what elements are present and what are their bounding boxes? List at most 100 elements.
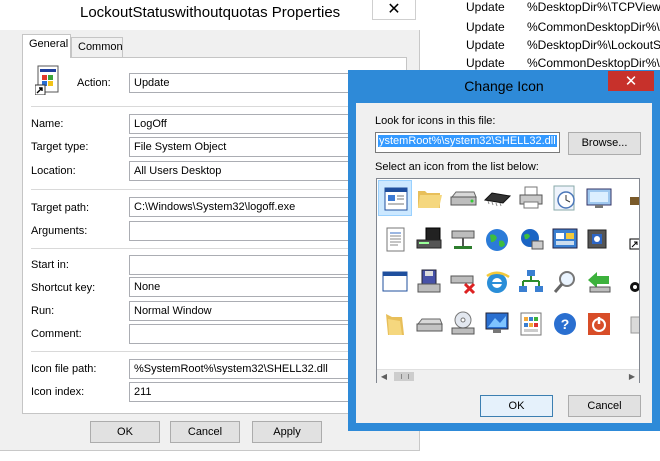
icon-list[interactable]: ? (376, 178, 640, 383)
ok-button[interactable]: OK (90, 421, 160, 443)
shortcut-action-icon (34, 65, 63, 96)
horizontal-scrollbar[interactable]: ◀ ▶ (377, 369, 639, 383)
internet-explorer-icon[interactable] (480, 264, 514, 300)
location-select[interactable]: All Users Desktop (129, 161, 384, 181)
properties-title-bar: LockoutStatuswithoutquotas Properties ✕ (0, 0, 420, 30)
separator (31, 189, 401, 190)
folder-icon[interactable] (412, 180, 446, 216)
floppy-drive-icon[interactable] (412, 264, 446, 300)
target-path-field[interactable]: C:\Windows\System32\logoff.exe (129, 197, 384, 217)
icon-file-path-field[interactable]: %SystemRoot%\system32\SHELL32.dll (129, 359, 359, 379)
change-icon-body: Look for icons in this file: ystemRoot%\… (356, 103, 652, 423)
start-in-field[interactable] (129, 255, 384, 275)
black-circle-icon[interactable] (616, 264, 639, 300)
location-label: Location: (31, 165, 76, 177)
run-label: Run: (31, 305, 55, 317)
name-value: LogOff (134, 118, 167, 130)
control-panel-icon[interactable] (548, 222, 582, 258)
drive-keyboard-icon[interactable] (412, 222, 446, 258)
icon-file-path-value: %SystemRoot%\system32\SHELL32.dll (134, 363, 328, 375)
close-button[interactable]: ✕ (608, 71, 654, 91)
monitor-icon[interactable] (480, 306, 514, 342)
text-document-icon[interactable] (378, 222, 412, 258)
calculator-icon[interactable] (514, 306, 548, 342)
tab-general[interactable]: General (22, 34, 71, 58)
comment-field[interactable] (129, 324, 384, 344)
document-window-icon[interactable] (378, 180, 412, 216)
name-field[interactable]: LogOff (129, 114, 384, 134)
arguments-field[interactable] (129, 221, 384, 241)
icon-index-label: Icon index: (31, 386, 85, 398)
target-path-value: C:\Windows\System32\logoff.exe (134, 201, 296, 213)
close-icon: ✕ (387, 0, 401, 18)
svg-text:?: ? (561, 316, 570, 332)
icon-index-field[interactable]: 211 (129, 382, 359, 402)
separator (31, 248, 401, 249)
list-item-target: %DesktopDir%\TCPViewS (527, 0, 660, 14)
list-item-action: Update (466, 56, 505, 70)
cancel-button[interactable]: Cancel (568, 395, 641, 417)
list-item-action: Update (466, 38, 505, 52)
magnifier-icon[interactable] (548, 264, 582, 300)
shortcut-key-label: Shortcut key: (31, 282, 96, 294)
disconnected-drive-icon[interactable] (446, 264, 480, 300)
action-label: Action: (77, 77, 111, 89)
arguments-label: Arguments: (31, 225, 88, 237)
shortcut-arrow-icon[interactable] (616, 222, 639, 258)
list-item-target: %CommonDesktopDir%\T (527, 20, 660, 34)
globe-icon[interactable] (480, 222, 514, 258)
target-type-select[interactable]: File System Object (129, 137, 384, 157)
browse-button[interactable]: Browse... (568, 132, 641, 155)
ok-button[interactable]: OK (480, 395, 553, 417)
icon-index-value: 211 (134, 386, 152, 398)
separator (31, 106, 401, 107)
clock-icon[interactable] (548, 180, 582, 216)
help-icon[interactable]: ? (548, 306, 582, 342)
hard-drive-icon[interactable] (412, 306, 446, 342)
location-value: All Users Desktop (134, 165, 222, 177)
target-type-label: Target type: (31, 141, 89, 153)
run-select[interactable]: Normal Window (129, 301, 384, 321)
icon-file-field[interactable]: ystemRoot%\system32\SHELL32.dll (375, 132, 560, 153)
action-select[interactable]: Update (129, 73, 384, 93)
look-for-icons-label: Look for icons in this file: (375, 115, 496, 127)
apply-button[interactable]: Apply (252, 421, 322, 443)
close-button[interactable]: ✕ (372, 0, 416, 20)
tab-common-label: Common (78, 41, 123, 53)
target-path-label: Target path: (31, 202, 90, 214)
window-icon[interactable] (378, 264, 412, 300)
network-globe-icon[interactable] (514, 222, 548, 258)
display-icon[interactable] (582, 180, 616, 216)
close-icon: ✕ (624, 72, 638, 90)
network-icon[interactable] (514, 264, 548, 300)
target-type-value: File System Object (134, 141, 227, 153)
icon-file-path-label: Icon file path: (31, 363, 97, 375)
start-in-label: Start in: (31, 259, 69, 271)
power-icon[interactable] (582, 306, 616, 342)
printer-icon[interactable] (514, 180, 548, 216)
separator (31, 351, 401, 352)
overflow-icon[interactable] (616, 180, 639, 216)
select-icon-label: Select an icon from the list below: (375, 161, 539, 173)
shortcut-key-value: None (134, 281, 161, 293)
list-item-action: Update (466, 0, 505, 14)
dvd-drive-icon[interactable] (446, 306, 480, 342)
overflow-icon[interactable] (616, 306, 639, 342)
green-arrow-icon[interactable] (582, 264, 616, 300)
scroll-right-icon[interactable]: ▶ (625, 370, 639, 383)
folder-open-icon[interactable] (378, 306, 412, 342)
app-window-icon[interactable] (582, 222, 616, 258)
cancel-button[interactable]: Cancel (170, 421, 240, 443)
tab-common[interactable]: Common (71, 37, 123, 57)
run-value: Normal Window (134, 305, 212, 317)
change-icon-title-bar: Change Icon ✕ (348, 70, 660, 103)
scroll-thumb[interactable] (394, 372, 414, 381)
network-drive-icon[interactable] (446, 222, 480, 258)
scroll-left-icon[interactable]: ◀ (377, 370, 391, 383)
list-item-target: %DesktopDir%\LockoutSt (527, 38, 660, 52)
change-icon-dialog: Change Icon ✕ Look for icons in this fil… (348, 70, 660, 431)
drive-icon[interactable] (446, 180, 480, 216)
shortcut-key-field[interactable]: None (129, 277, 384, 297)
memory-chip-icon[interactable] (480, 180, 514, 216)
tab-general-label: General (29, 38, 69, 50)
